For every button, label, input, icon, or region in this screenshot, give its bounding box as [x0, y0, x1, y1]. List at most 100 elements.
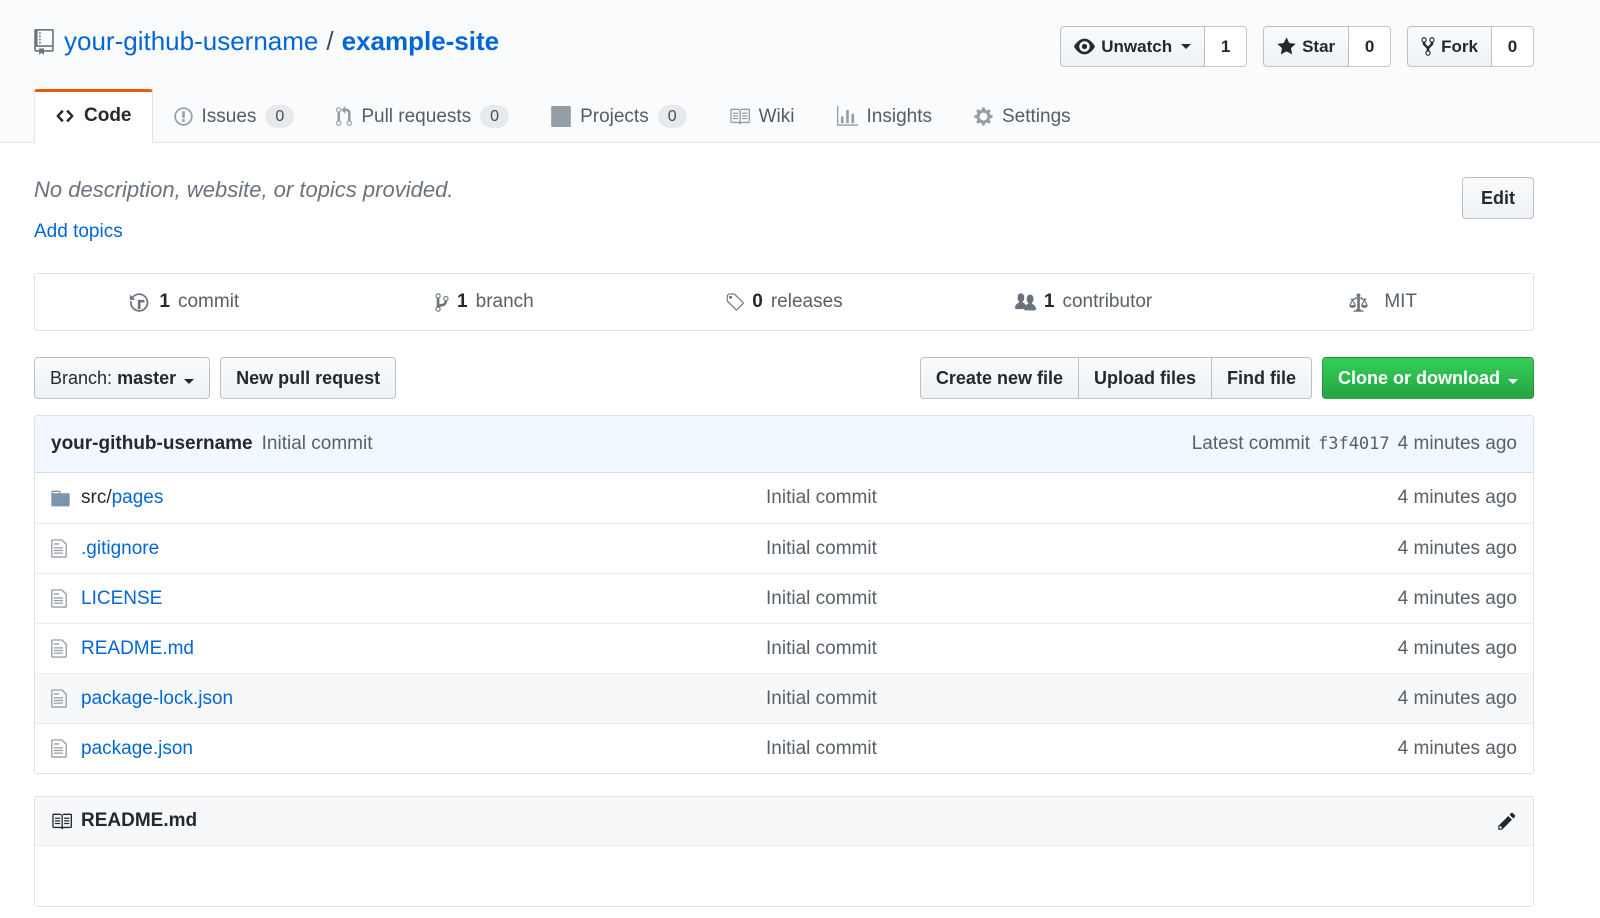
breadcrumb-separator: / — [326, 26, 333, 57]
repo-header: your-github-username / example-site Unwa… — [0, 0, 1600, 143]
commit-message-link[interactable]: Initial commit — [262, 433, 373, 455]
commit-sha-link[interactable]: f3f4017 — [1318, 434, 1390, 454]
caret-down-icon — [1508, 379, 1518, 384]
tab-issues-label: Issues — [202, 106, 257, 128]
tab-wiki-label: Wiki — [759, 106, 795, 128]
branches-count: 1 — [457, 291, 468, 313]
file-navigation: Branch: master New pull request Create n… — [34, 357, 1534, 399]
contributors-count: 1 — [1044, 291, 1055, 313]
tab-issues[interactable]: Issues 0 — [153, 89, 316, 143]
repo-owner-link[interactable]: your-github-username — [64, 26, 318, 57]
unwatch-label: Unwatch — [1101, 37, 1172, 57]
issue-icon — [174, 106, 193, 127]
star-button[interactable]: Star — [1263, 26, 1349, 67]
file-commit-message[interactable]: Initial commit — [766, 588, 877, 609]
unwatch-button[interactable]: Unwatch — [1060, 26, 1205, 67]
branch-icon — [435, 292, 449, 313]
forks-count[interactable]: 0 — [1492, 26, 1534, 67]
folder-path-prefix: src/ — [81, 487, 112, 508]
releases-stat[interactable]: 0 releases — [634, 274, 934, 330]
repo-icon — [34, 29, 54, 55]
pencil-icon[interactable] — [1497, 811, 1517, 831]
branch-select-button[interactable]: Branch: master — [34, 357, 210, 399]
repo-actions: Unwatch 1 Star 0 Fork — [1060, 26, 1534, 67]
releases-label: releases — [771, 291, 843, 313]
branch-name: master — [117, 368, 176, 388]
contributors-stat[interactable]: 1 contributor — [934, 274, 1234, 330]
folder-icon — [51, 488, 70, 509]
tab-projects-label: Projects — [580, 106, 649, 128]
tab-code-label: Code — [84, 105, 132, 127]
file-commit-message[interactable]: Initial commit — [766, 538, 877, 559]
create-new-file-button[interactable]: Create new file — [920, 357, 1079, 399]
find-file-button[interactable]: Find file — [1211, 357, 1312, 399]
tab-pull-requests-label: Pull requests — [361, 106, 471, 128]
file-icon — [51, 588, 67, 609]
projects-counter: 0 — [658, 105, 687, 128]
fork-button[interactable]: Fork — [1407, 26, 1492, 67]
graph-icon — [837, 106, 858, 127]
file-age: 4 minutes ago — [1267, 538, 1517, 560]
watchers-count[interactable]: 1 — [1205, 26, 1247, 67]
contributors-label: contributor — [1062, 291, 1152, 313]
tab-projects[interactable]: Projects 0 — [530, 89, 708, 143]
add-topics-link[interactable]: Add topics — [34, 221, 123, 243]
file-commit-message[interactable]: Initial commit — [766, 738, 877, 759]
file-link[interactable]: package.json — [81, 738, 193, 759]
file-link[interactable]: package-lock.json — [81, 688, 233, 709]
stargazers-count[interactable]: 0 — [1349, 26, 1391, 67]
latest-commit-label: Latest commit — [1192, 433, 1310, 455]
tab-wiki[interactable]: Wiki — [708, 89, 816, 143]
stats-bar: 1 commit 1 branch 0 releases 1 contribut… — [34, 273, 1534, 331]
pull-request-icon — [336, 106, 352, 127]
files-box: your-github-username Initial commit Late… — [34, 415, 1534, 774]
caret-down-icon — [184, 379, 194, 384]
file-row: .gitignore Initial commit 4 minutes ago — [35, 523, 1533, 573]
tab-settings[interactable]: Settings — [953, 89, 1092, 143]
releases-count: 0 — [752, 291, 763, 313]
commits-stat[interactable]: 1 commit — [35, 274, 335, 330]
file-icon — [51, 538, 67, 559]
file-age: 4 minutes ago — [1267, 487, 1517, 509]
file-link[interactable]: LICENSE — [81, 588, 162, 609]
clone-or-download-label: Clone or download — [1338, 368, 1500, 388]
readme-content — [35, 846, 1533, 906]
file-link[interactable]: pages — [112, 487, 164, 508]
file-commit-message[interactable]: Initial commit — [766, 688, 877, 709]
commit-author-link[interactable]: your-github-username — [51, 433, 253, 455]
new-pull-request-button[interactable]: New pull request — [220, 357, 396, 399]
tab-settings-label: Settings — [1002, 106, 1071, 128]
readme-title: README.md — [81, 810, 197, 832]
file-row: package.json Initial commit 4 minutes ag… — [35, 723, 1533, 773]
tag-icon — [725, 292, 744, 313]
file-link[interactable]: .gitignore — [81, 538, 159, 559]
file-commit-message[interactable]: Initial commit — [766, 487, 877, 508]
repo-name-link[interactable]: example-site — [342, 26, 500, 57]
file-commit-message[interactable]: Initial commit — [766, 638, 877, 659]
fork-label: Fork — [1441, 37, 1478, 57]
file-row: package-lock.json Initial commit 4 minut… — [35, 673, 1533, 723]
file-row: README.md Initial commit 4 minutes ago — [35, 623, 1533, 673]
star-icon — [1277, 36, 1296, 57]
edit-button[interactable]: Edit — [1462, 177, 1534, 219]
upload-files-button[interactable]: Upload files — [1078, 357, 1212, 399]
file-icon — [51, 738, 67, 759]
file-age: 4 minutes ago — [1267, 738, 1517, 760]
tab-code[interactable]: Code — [34, 89, 153, 143]
license-stat[interactable]: MIT — [1233, 274, 1533, 330]
tab-insights[interactable]: Insights — [816, 89, 953, 143]
readme-section: README.md — [34, 796, 1534, 907]
repo-description: No description, website, or topics provi… — [34, 177, 453, 203]
clone-or-download-button[interactable]: Clone or download — [1322, 357, 1534, 399]
eye-icon — [1074, 36, 1095, 57]
commit-time: 4 minutes ago — [1398, 433, 1517, 455]
file-link[interactable]: README.md — [81, 638, 194, 659]
branches-stat[interactable]: 1 branch — [335, 274, 635, 330]
tab-pull-requests[interactable]: Pull requests 0 — [315, 89, 530, 143]
issues-counter: 0 — [265, 105, 294, 128]
code-icon — [55, 106, 75, 126]
file-row: LICENSE Initial commit 4 minutes ago — [35, 573, 1533, 623]
book-icon — [729, 106, 750, 127]
file-age: 4 minutes ago — [1267, 688, 1517, 710]
star-label: Star — [1302, 37, 1335, 57]
